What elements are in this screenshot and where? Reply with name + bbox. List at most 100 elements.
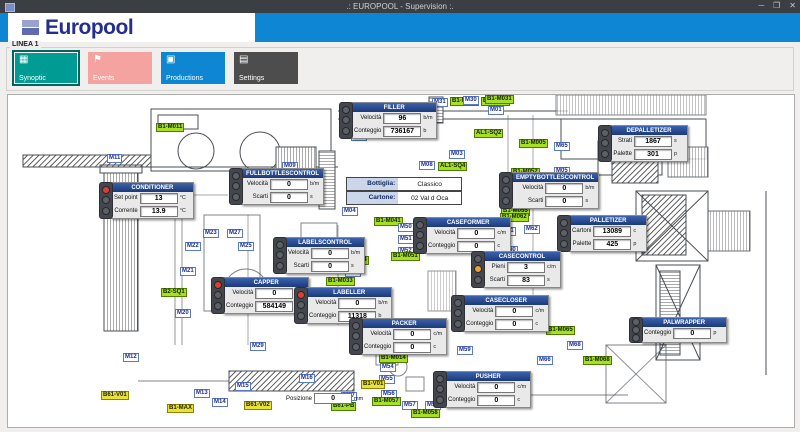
status-light-top — [436, 374, 444, 383]
device-badge-b61-v02: B61-V02 — [244, 401, 272, 410]
device-badge-m16: M16 — [299, 374, 315, 383]
machine-panel-caseformer[interactable]: CASEFORMER Velocità 0 c/m Conteggio 0 c — [413, 217, 512, 254]
panel-row-value: 0 — [393, 328, 432, 340]
panel-row: Scarti 0 s — [512, 195, 598, 208]
machine-panel-casecloser[interactable]: CASECLOSER Velocità 0 c/m Conteggio 0 c — [451, 295, 550, 332]
device-badge-b1-m031: B1-M031 — [485, 95, 514, 104]
status-light-bottom — [352, 342, 360, 351]
machine-panel-emptybottlescontrol[interactable]: EMPTYBOTTLESCONTROL Velocità 0 b/m Scart… — [499, 172, 600, 209]
device-badge-m50: M50 — [398, 223, 414, 232]
status-light-middle — [352, 332, 360, 341]
machine-panel-title: CONDITIONER — [112, 183, 193, 192]
panel-row-label: Set point — [114, 195, 138, 201]
tile-label: Events — [93, 75, 115, 82]
panel-row-unit: c/m — [535, 308, 545, 314]
status-light-bottom — [601, 149, 609, 158]
panel-row-unit: c/m — [517, 384, 527, 390]
panel-row-value: 0 — [477, 381, 516, 393]
nav-tile-settings[interactable]: ▤ Settings — [234, 52, 298, 84]
machine-panel-conditioner[interactable]: CONDITIONER Set point 13 °C Corrente 13.… — [99, 182, 194, 219]
panel-row-value: 0 — [673, 327, 712, 339]
recipe-label: Cartone: — [347, 192, 399, 204]
machine-panel-packer[interactable]: PACKER Velocità 0 c/m Conteggio 0 c — [349, 318, 448, 355]
status-light-middle — [214, 291, 222, 300]
panel-row-unit: p — [633, 241, 637, 247]
status-light-middle — [232, 182, 240, 191]
status-light-top — [560, 218, 568, 227]
device-badge-b1-m005: B1-M005 — [519, 139, 548, 148]
status-light-bottom — [416, 241, 424, 250]
logo-text: Europool — [45, 15, 134, 39]
device-badge-al1-sq4: AL1-SQ4 — [438, 162, 468, 171]
nav-tile-events[interactable]: ⚑ Events — [88, 52, 152, 84]
machine-panel-depalletizer[interactable]: DEPALLETIZER Strati 1867 s Palette 301 p — [598, 125, 688, 162]
panel-row-label: Velocità — [360, 115, 382, 121]
panel-row-unit: c/m — [497, 230, 507, 236]
panel-row-value: 83 — [507, 274, 545, 286]
machine-panel-title: CASECONTROL — [484, 252, 560, 261]
panel-row-label: Conteggio — [354, 128, 382, 134]
status-light-column — [629, 317, 643, 343]
device-badge-b1-max: B1-MAX — [167, 404, 195, 413]
machine-panel-title: PACKER — [362, 319, 447, 328]
machine-panel-palletizer[interactable]: PALLETIZER Cartoni 13089 c Palette 425 p — [557, 215, 648, 252]
status-light-middle — [474, 265, 482, 274]
panel-row-value: 0 — [477, 394, 516, 406]
machine-panel-title: EMPTYBOTTLESCONTROL — [512, 173, 599, 182]
recipe-value: Classico — [417, 180, 442, 188]
status-light-bottom — [502, 196, 510, 205]
panel-row: Velocità 96 b/m — [352, 112, 436, 125]
panel-row: Set point 13 °C — [112, 192, 193, 205]
device-badge-m15: M15 — [235, 382, 251, 391]
status-light-top — [601, 128, 609, 137]
machine-panel-labelscontrol[interactable]: LABELSCONTROL Velocità 0 b/m Scarti 0 s — [273, 237, 366, 274]
device-badge-b1-m057: B1-M057 — [372, 397, 401, 406]
panel-row-label: Scarti — [293, 263, 310, 269]
machine-panel-pusher[interactable]: PUSHER Velocità 0 c/m Conteggio 0 c — [433, 371, 532, 408]
minimize-button[interactable]: ─ — [758, 1, 764, 10]
close-button[interactable]: ✕ — [789, 1, 796, 10]
device-badge-m65: M65 — [554, 142, 570, 151]
panel-row-label: Pieni — [491, 264, 505, 270]
machine-panel-palwrapper[interactable]: PALWRAPPER Conteggio 0 p — [629, 317, 728, 343]
status-light-column — [471, 251, 485, 288]
panel-row-label: Cartoni — [572, 228, 592, 234]
panel-row-unit: b/m — [423, 115, 433, 121]
position-value[interactable]: 0 — [314, 393, 353, 404]
panel-row-label: Scarti — [528, 198, 544, 204]
status-light-bottom — [214, 301, 222, 310]
machine-panel-title: LABELLER — [307, 288, 392, 297]
machine-panel-casecontrol[interactable]: CASECONTROL Pieni 3 c/m Scarti 83 s — [471, 251, 561, 288]
panel-row-label: Velocità — [522, 185, 544, 191]
status-light-middle — [102, 196, 110, 205]
panel-row-unit: c — [535, 321, 539, 327]
panel-row-label: Conteggio — [364, 344, 392, 350]
status-light-middle — [297, 301, 305, 310]
machine-panel-title: PALLETIZER — [570, 216, 647, 225]
panel-row-label: Conteggio — [466, 321, 494, 327]
panel-row-unit: s — [674, 138, 677, 144]
recipe-infobox: Cartone: 02 Val d Oca — [346, 191, 462, 205]
panel-row-label: Conteggio — [428, 243, 456, 249]
panel-row-value: 736167 — [383, 125, 422, 137]
machine-panel-filler[interactable]: FILLER Velocità 96 b/m Conteggio 736167 … — [339, 102, 438, 139]
device-badge-b1-m068: B1-M068 — [583, 356, 612, 365]
panel-row-value: 96 — [383, 112, 422, 124]
panel-row-unit: p — [674, 151, 678, 157]
status-light-middle — [416, 231, 424, 240]
maximize-button[interactable]: ❐ — [773, 1, 780, 10]
panel-row-value: 1867 — [634, 135, 672, 147]
device-badge-m30: M30 — [463, 96, 479, 105]
panel-row: Conteggio 0 c — [446, 394, 530, 407]
device-badge-m68: M68 — [567, 341, 583, 350]
device-badge-b2-sq1: B2-SQ1 — [161, 288, 187, 297]
status-light-bottom — [560, 239, 568, 248]
easel-icon: ▦ — [19, 54, 29, 65]
device-badge-al1-sq2: AL1-SQ2 — [474, 129, 504, 138]
nav-tile-productions[interactable]: ▣ Productions — [161, 52, 225, 84]
status-light-top — [297, 290, 305, 299]
panel-row-value: 13.9 — [139, 205, 178, 217]
nav-tile-synoptic[interactable]: ▦ Synoptic — [14, 52, 78, 84]
machine-panel-fullbottlescontrol[interactable]: FULLBOTTLESCONTROL Velocità 0 b/m Scarti… — [229, 168, 324, 205]
machine-panel-title: CASECLOSER — [464, 296, 549, 305]
